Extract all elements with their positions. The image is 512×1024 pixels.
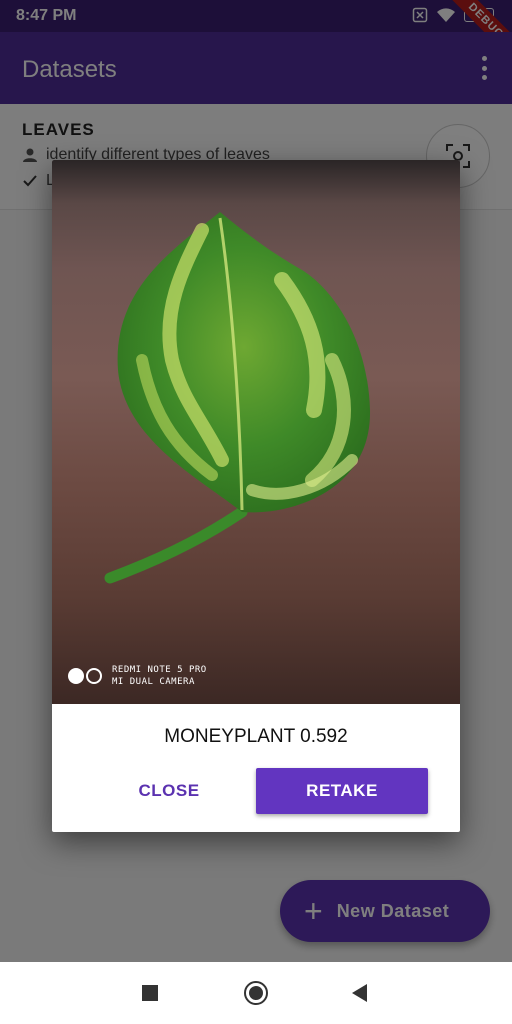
leaf-image [104, 212, 371, 584]
retake-button[interactable]: RETAKE [256, 768, 428, 814]
system-nav-bar [0, 962, 512, 1024]
result-dialog: REDMI NOTE 5 PRO MI DUAL CAMERA MONEYPLA… [52, 160, 460, 832]
prediction-result: MONEYPLANT 0.592 [164, 726, 348, 747]
camera-watermark: REDMI NOTE 5 PRO MI DUAL CAMERA [68, 664, 207, 688]
watermark-line2: MI DUAL CAMERA [112, 677, 195, 687]
close-button[interactable]: CLOSE [124, 768, 214, 814]
recents-icon[interactable] [142, 985, 158, 1001]
leaf-photo: REDMI NOTE 5 PRO MI DUAL CAMERA [52, 160, 460, 704]
home-icon[interactable] [244, 981, 268, 1005]
watermark-line1: REDMI NOTE 5 PRO [112, 665, 207, 675]
back-icon[interactable] [352, 984, 367, 1002]
camera-logo-icon [68, 668, 102, 684]
